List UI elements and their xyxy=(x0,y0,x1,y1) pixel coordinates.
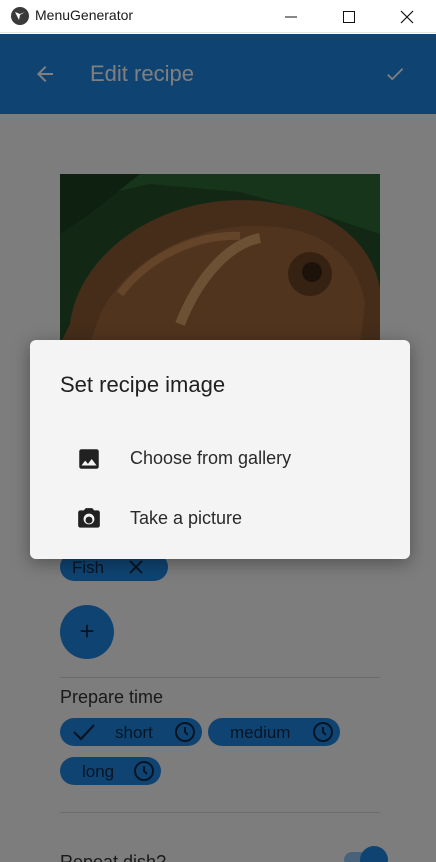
dialog-title: Set recipe image xyxy=(60,372,226,397)
close-window-button[interactable] xyxy=(378,0,436,33)
image-icon xyxy=(79,449,99,469)
option-label: Choose from gallery xyxy=(130,448,292,468)
choose-from-gallery-option[interactable]: Choose from gallery xyxy=(30,430,410,486)
app-logo-icon xyxy=(11,7,29,25)
take-picture-option[interactable]: Take a picture xyxy=(30,490,410,546)
set-image-dialog: Set recipe image Choose from gallery Tak… xyxy=(30,340,410,559)
maximize-icon xyxy=(343,11,355,23)
maximize-button[interactable] xyxy=(320,0,378,33)
window-title-bar: MenuGenerator xyxy=(0,0,436,33)
close-icon xyxy=(400,10,414,24)
window-title: MenuGenerator xyxy=(35,7,134,23)
option-label: Take a picture xyxy=(130,508,243,528)
minimize-button[interactable] xyxy=(262,0,320,33)
camera-icon xyxy=(78,508,100,528)
minimize-icon xyxy=(285,16,297,18)
